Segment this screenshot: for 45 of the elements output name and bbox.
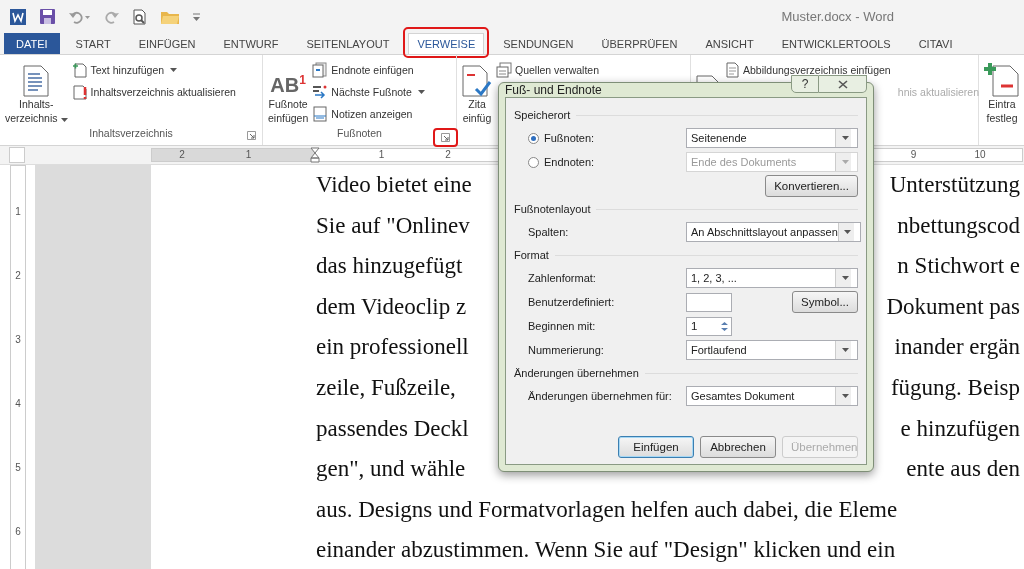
group-label: Inhaltsverzeichnis bbox=[88, 127, 174, 141]
ruler-number: 5 bbox=[15, 462, 21, 473]
ruler-number: 1 bbox=[15, 206, 21, 217]
ruler-number: 9 bbox=[910, 149, 917, 161]
body-text: nbettungscod bbox=[897, 211, 1020, 240]
group-label: Fußnoten bbox=[336, 127, 383, 141]
body-text: zeile, Fußzeile, bbox=[316, 373, 456, 402]
ruler-number: 10 bbox=[974, 149, 986, 161]
body-text: passendes Deckl bbox=[316, 414, 469, 443]
ruler-number: 4 bbox=[15, 398, 21, 409]
window-title: Muster.docx - Word bbox=[781, 9, 894, 24]
body-text: aus. Designs und Formatvorlagen helfen auch dabei, die Eleme bbox=[316, 495, 898, 524]
field-label: Beginnen mit: bbox=[528, 320, 597, 332]
ruler-number: 2 bbox=[445, 149, 451, 161]
footnote-icon: AB$^{1}$ bbox=[270, 68, 306, 97]
ruler-number: 1 bbox=[245, 149, 252, 161]
body-text: gen", und wähle bbox=[316, 455, 466, 484]
body-text: ein professionell bbox=[316, 333, 469, 362]
body-text: Unterstützung bbox=[889, 171, 1020, 199]
body-text: n Stichwort e bbox=[897, 252, 1020, 281]
section-title: Format bbox=[514, 249, 549, 261]
ruler-number: 3 bbox=[15, 334, 21, 345]
body-text: fügung. Beisp bbox=[890, 373, 1020, 402]
body-text: inander ergän bbox=[894, 333, 1020, 362]
body-text: dem Videoclip z bbox=[316, 292, 467, 321]
body-text: ente aus den bbox=[906, 455, 1020, 484]
body-text: e hinzufügen bbox=[900, 414, 1020, 443]
body-text: einander abzustimmen. Wenn Sie auf "Design" klicken und ein bbox=[316, 536, 896, 565]
ruler-number: 6 bbox=[15, 526, 21, 537]
body-text: Video bietet eine bbox=[316, 171, 472, 199]
ruler-number: 2 bbox=[179, 149, 185, 161]
body-text: Dokument pas bbox=[886, 292, 1020, 321]
ruler-number: 1 bbox=[378, 149, 385, 161]
dialog-title: Fuß- und Endnote bbox=[505, 83, 602, 97]
field-label: Änderungen übernehmen für: bbox=[528, 390, 673, 402]
field-label: Benutzerdefiniert: bbox=[528, 296, 616, 308]
field-label: Zahlenformat: bbox=[528, 272, 597, 284]
field-label: Nummerierung: bbox=[528, 344, 605, 356]
body-text: Sie auf "Onlinev bbox=[316, 211, 470, 240]
section-title: Änderungen übernehmen bbox=[514, 367, 639, 379]
section-title: Speicherort bbox=[514, 109, 571, 121]
body-text: das hinzugefügt bbox=[316, 252, 463, 281]
field-label: Spalten: bbox=[528, 226, 570, 238]
ruler-number: 2 bbox=[15, 270, 21, 281]
section-title: Fußnotenlayout bbox=[514, 203, 591, 215]
